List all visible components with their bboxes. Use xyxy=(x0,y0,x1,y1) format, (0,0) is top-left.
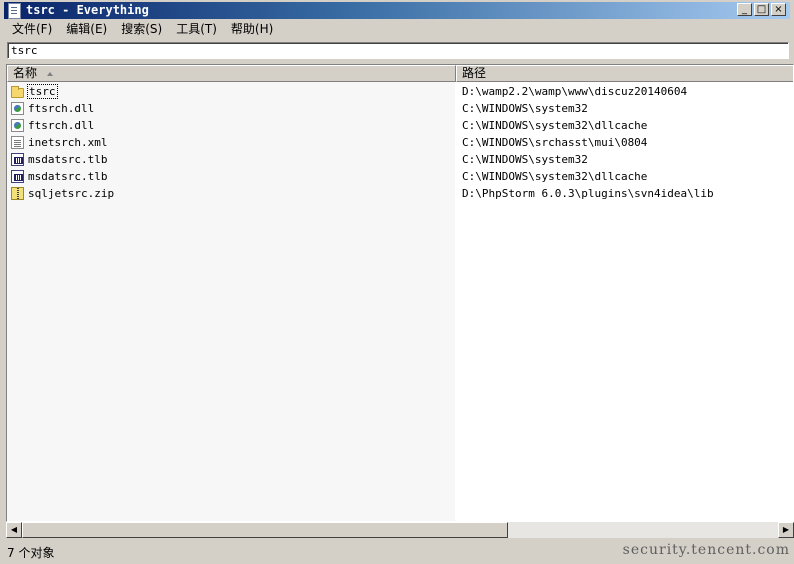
tlb-icon xyxy=(11,170,24,183)
menu-file[interactable]: 文件(F) xyxy=(4,20,58,39)
list-item[interactable]: ftsrch.dll C:\WINDOWS\system32 xyxy=(7,100,793,117)
status-object-count: 7 个对象 xyxy=(7,546,55,560)
folder-icon xyxy=(11,85,24,98)
dll-icon xyxy=(11,102,24,115)
column-header-name-label: 名称 xyxy=(13,66,38,80)
scroll-left-icon[interactable]: ◀ xyxy=(6,522,22,538)
file-path: C:\WINDOWS\system32 xyxy=(462,102,588,115)
close-button[interactable]: × xyxy=(771,3,786,16)
menu-tools[interactable]: 工具(T) xyxy=(168,20,223,39)
name-cell: ftsrch.dll xyxy=(11,117,94,134)
list-item[interactable]: msdatsrc.tlb C:\WINDOWS\system32 xyxy=(7,151,793,168)
minimize-button[interactable]: _ xyxy=(737,3,752,16)
column-header-path-label: 路径 xyxy=(462,66,487,80)
file-path: C:\WINDOWS\system32 xyxy=(462,153,588,166)
file-name: msdatsrc.tlb xyxy=(28,153,108,166)
file-path: C:\WINDOWS\system32\dllcache xyxy=(462,170,648,183)
list-item[interactable]: inetsrch.xml C:\WINDOWS\srchasst\mui\080… xyxy=(7,134,793,151)
name-cell: msdatsrc.tlb xyxy=(11,151,107,168)
menu-edit[interactable]: 编辑(E) xyxy=(58,20,113,39)
zip-icon xyxy=(11,187,24,200)
file-path: D:\wamp2.2\wamp\www\discuz20140604 xyxy=(462,85,688,98)
name-cell: sqljetsrc.zip xyxy=(11,185,114,202)
app-document-icon xyxy=(8,3,21,19)
file-path: C:\WINDOWS\system32\dllcache xyxy=(462,119,648,132)
list-item[interactable]: tsrc D:\wamp2.2\wamp\www\discuz20140604 xyxy=(7,83,793,100)
file-name: ftsrch.dll xyxy=(28,119,95,132)
column-header-name[interactable]: 名称 xyxy=(7,65,456,82)
results-list[interactable]: 名称 路径 tsrc D:\wamp2.2\wamp\www\discuz201… xyxy=(6,64,794,522)
xml-icon xyxy=(11,136,24,149)
list-header: 名称 路径 xyxy=(7,65,793,82)
file-name: sqljetsrc.zip xyxy=(28,187,115,200)
menu-bar: 文件(F) 编辑(E) 搜索(S) 工具(T) 帮助(H) xyxy=(4,20,790,39)
search-input[interactable]: tsrc xyxy=(7,42,789,59)
file-name: msdatsrc.tlb xyxy=(28,170,108,183)
dll-icon xyxy=(11,119,24,132)
name-cell: msdatsrc.tlb xyxy=(11,168,107,185)
file-name: inetsrch.xml xyxy=(28,136,108,149)
name-cell: inetsrch.xml xyxy=(11,134,107,151)
name-cell: ftsrch.dll xyxy=(11,100,94,117)
window-title: tsrc - Everything xyxy=(26,3,149,17)
tlb-icon xyxy=(11,153,24,166)
name-cell: tsrc xyxy=(11,83,58,100)
list-item[interactable]: sqljetsrc.zip D:\PhpStorm 6.0.3\plugins\… xyxy=(7,185,793,202)
menu-help[interactable]: 帮助(H) xyxy=(223,20,279,39)
everything-window: tsrc - Everything _ □ × 文件(F) 编辑(E) 搜索(S… xyxy=(0,0,794,564)
window-controls: _ □ × xyxy=(737,2,786,19)
scroll-thumb[interactable] xyxy=(22,522,508,538)
maximize-button[interactable]: □ xyxy=(754,3,769,16)
sort-ascending-icon xyxy=(47,71,54,76)
title-bar[interactable]: tsrc - Everything _ □ × xyxy=(4,2,790,19)
scroll-right-icon[interactable]: ▶ xyxy=(778,522,794,538)
file-name: tsrc xyxy=(27,84,58,99)
list-item[interactable]: msdatsrc.tlb C:\WINDOWS\system32\dllcach… xyxy=(7,168,793,185)
column-header-path[interactable]: 路径 xyxy=(456,65,793,82)
file-name: ftsrch.dll xyxy=(28,102,95,115)
menu-search[interactable]: 搜索(S) xyxy=(113,20,168,39)
watermark: security.tencent.com xyxy=(622,542,790,558)
file-path: C:\WINDOWS\srchasst\mui\0804 xyxy=(462,136,648,149)
horizontal-scrollbar[interactable]: ◀ ▶ xyxy=(6,522,794,538)
list-item[interactable]: ftsrch.dll C:\WINDOWS\system32\dllcache xyxy=(7,117,793,134)
file-path: D:\PhpStorm 6.0.3\plugins\svn4idea\lib xyxy=(462,187,714,200)
